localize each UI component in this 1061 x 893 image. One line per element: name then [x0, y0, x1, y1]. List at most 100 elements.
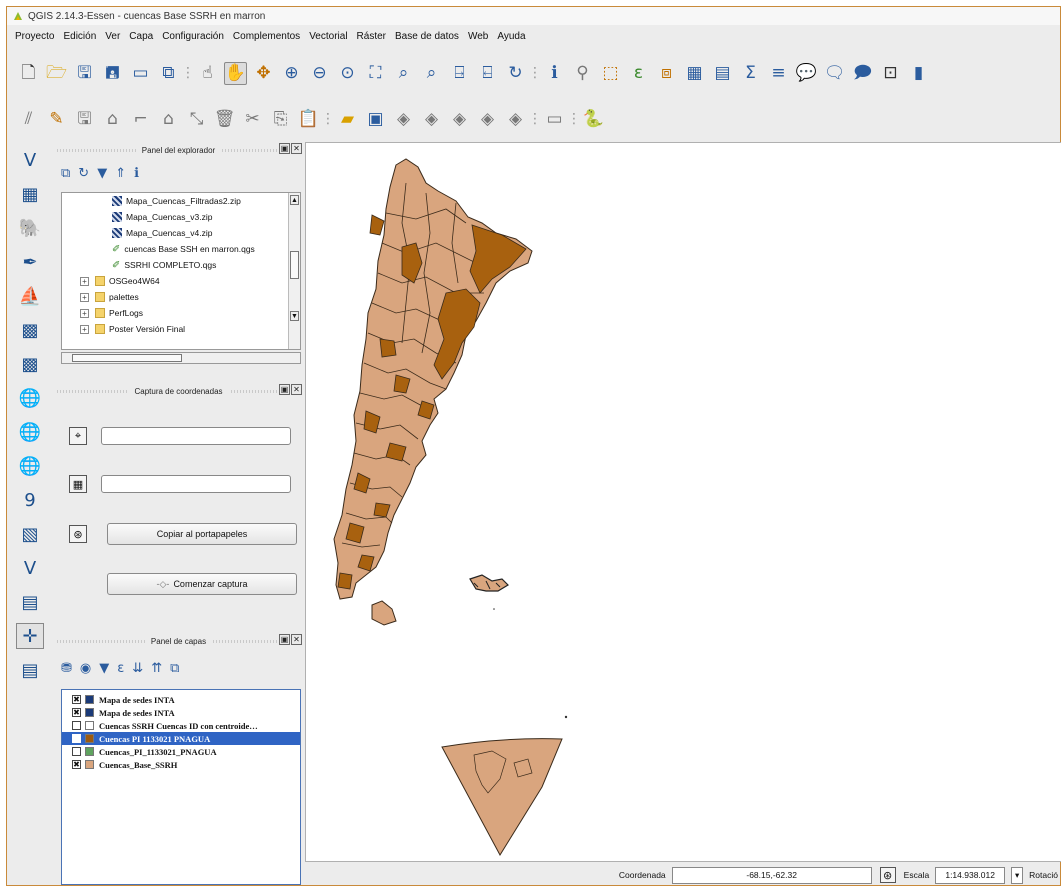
- add-virtual-layer-icon[interactable]: ▧: [16, 521, 44, 547]
- change-label-icon[interactable]: ◈: [504, 108, 527, 131]
- layer-row-selected[interactable]: ✖ Cuencas PI 1133021 PNAGUA: [62, 732, 300, 745]
- float-panel-icon[interactable]: ▣: [279, 143, 290, 154]
- collapse-all-icon[interactable]: ⇈: [151, 661, 162, 676]
- extents-toggle-icon[interactable]: ⊛: [879, 867, 896, 883]
- add-db2-layer-icon[interactable]: ▩: [16, 351, 44, 377]
- add-postgis-layer-icon[interactable]: 🐘: [16, 215, 44, 241]
- new-spatialite-icon[interactable]: ▤: [16, 589, 44, 615]
- node-tool-icon[interactable]: ⌐: [129, 108, 152, 131]
- add-oracle-layer-icon[interactable]: ▩: [16, 317, 44, 343]
- csv-icon[interactable]: ▭: [543, 108, 566, 131]
- scroll-down-icon[interactable]: ▼: [290, 311, 299, 321]
- paste-features-icon[interactable]: 📋: [297, 108, 320, 131]
- zoom-native-icon[interactable]: ⊙: [336, 62, 359, 85]
- add-feature-icon[interactable]: ⌂: [101, 108, 124, 131]
- delete-selected-icon[interactable]: 🗑: [213, 108, 236, 131]
- statistical-summary-icon[interactable]: Σ: [739, 62, 762, 85]
- start-capture-button[interactable]: -◇- Comenzar captura: [107, 573, 297, 595]
- add-delimited-text-icon[interactable]: 9: [16, 487, 44, 513]
- open-project-icon[interactable]: 🗁: [45, 62, 68, 85]
- identify-features-icon[interactable]: ℹ: [543, 62, 566, 85]
- float-panel-icon[interactable]: ▣: [279, 384, 290, 395]
- filter-icon[interactable]: ▼: [97, 166, 107, 181]
- map-crs-coordinate-field[interactable]: [101, 427, 291, 445]
- properties-icon[interactable]: ℹ: [134, 166, 139, 181]
- menu-vectorial[interactable]: Vectorial: [309, 31, 347, 42]
- layers-tree[interactable]: ✖ Mapa de sedes INTA ✖ Mapa de sedes INT…: [61, 689, 301, 885]
- add-selected-layers-icon[interactable]: ⧉: [61, 166, 70, 181]
- refresh-icon[interactable]: ↻: [78, 166, 89, 181]
- pin-labels-icon[interactable]: ◈: [392, 108, 415, 131]
- browser-vertical-scrollbar[interactable]: ▲ ▼: [288, 193, 300, 349]
- layer-visibility-checkbox[interactable]: ✖: [72, 734, 81, 743]
- zoom-full-icon[interactable]: ⛶: [364, 62, 387, 85]
- move-feature-icon[interactable]: ⌂: [157, 108, 180, 131]
- tree-item[interactable]: ✐ cuencas Base SSH en marron.qgs: [62, 241, 300, 257]
- add-wcs-layer-icon[interactable]: 🌐: [16, 419, 44, 445]
- toggle-editing-icon[interactable]: ✎: [45, 108, 68, 131]
- expand-icon[interactable]: +: [80, 308, 89, 318]
- layer-visibility-checkbox[interactable]: [72, 721, 81, 730]
- tree-item[interactable]: Mapa_Cuencas_v4.zip: [62, 225, 300, 241]
- scroll-thumb[interactable]: [72, 354, 182, 362]
- add-mssql-layer-icon[interactable]: ⛵: [16, 283, 44, 309]
- layer-labeling-icon[interactable]: ▣: [364, 108, 387, 131]
- text-annotation-icon[interactable]: ⊡: [879, 62, 902, 85]
- field-calculator-icon[interactable]: ▤: [711, 62, 734, 85]
- zoom-next-icon[interactable]: ⍇: [476, 62, 499, 85]
- browser-horizontal-scrollbar[interactable]: [61, 352, 301, 364]
- move-label-icon[interactable]: ◈: [448, 108, 471, 131]
- show-hide-labels-icon[interactable]: ◈: [420, 108, 443, 131]
- coordinate-field[interactable]: -68.15,-62.32: [671, 866, 872, 884]
- pan-map-icon[interactable]: ✋: [224, 61, 247, 85]
- rotate-label-icon[interactable]: ◈: [476, 108, 499, 131]
- menu-configuracion[interactable]: Configuración: [162, 31, 224, 42]
- help-icon[interactable]: ▮: [907, 62, 930, 85]
- scroll-thumb[interactable]: [290, 251, 299, 279]
- crs-select-icon[interactable]: ⊛: [69, 525, 87, 543]
- add-wfs-layer-icon[interactable]: 🌐: [16, 453, 44, 479]
- collapse-all-icon[interactable]: ⇑: [115, 166, 126, 181]
- zoom-to-layer-icon[interactable]: ⌕: [420, 62, 443, 85]
- new-bookmark-icon[interactable]: 🗨: [823, 62, 846, 85]
- expand-icon[interactable]: +: [80, 276, 89, 286]
- menu-ver[interactable]: Ver: [105, 31, 120, 42]
- label-tool-icon[interactable]: ▰: [336, 108, 359, 131]
- add-spatialite-layer-icon[interactable]: ✒: [16, 249, 44, 275]
- tree-item[interactable]: ✐ SSRHI COMPLETO.qgs: [62, 257, 300, 273]
- zoom-last-icon[interactable]: ⍈: [448, 62, 471, 85]
- layer-row[interactable]: ✖ Cuencas_Base_SSRH: [62, 758, 300, 771]
- scroll-up-icon[interactable]: ▲: [290, 195, 299, 205]
- menu-web[interactable]: Web: [468, 31, 488, 42]
- close-panel-icon[interactable]: ✕: [291, 384, 302, 395]
- deselect-all-icon[interactable]: ⧈: [655, 62, 678, 85]
- tree-item[interactable]: + PerfLogs: [62, 305, 300, 321]
- expand-icon[interactable]: +: [80, 324, 89, 334]
- expand-icon[interactable]: +: [80, 292, 89, 302]
- copy-features-icon[interactable]: ⎘: [269, 108, 292, 131]
- layer-styling-icon[interactable]: ⛃: [61, 661, 72, 676]
- menu-edicion[interactable]: Edición: [63, 31, 96, 42]
- tree-item[interactable]: + OSGeo4W64: [62, 273, 300, 289]
- add-raster-layer-icon[interactable]: ▦: [16, 181, 44, 207]
- filter-by-expression-icon[interactable]: ε: [117, 661, 124, 676]
- measure-line-icon[interactable]: ≡: [767, 62, 790, 85]
- select-features-icon[interactable]: ⬚: [599, 62, 622, 85]
- save-project-icon[interactable]: 🖫: [73, 62, 96, 85]
- tree-item[interactable]: + palettes: [62, 289, 300, 305]
- python-console-icon[interactable]: 🐍: [582, 108, 605, 131]
- new-print-composer-icon[interactable]: ▭: [129, 62, 152, 85]
- add-wms-layer-icon[interactable]: 🌐: [16, 385, 44, 411]
- layer-visibility-checkbox[interactable]: ✖: [72, 760, 81, 769]
- layer-visibility-checkbox[interactable]: ✖: [72, 708, 81, 717]
- menu-proyecto[interactable]: Proyecto: [15, 31, 54, 42]
- layer-row[interactable]: ✖ Mapa de sedes INTA: [62, 693, 300, 706]
- tree-item[interactable]: + Poster Versión Final: [62, 321, 300, 337]
- composer-manager-icon[interactable]: ⧉: [157, 62, 180, 85]
- crosshair-icon[interactable]: ⌖: [69, 427, 87, 445]
- edit-feature-icon[interactable]: ⤡: [185, 108, 208, 131]
- zoom-in-icon[interactable]: ⊕: [280, 62, 303, 85]
- layer-visibility-checkbox[interactable]: ✖: [72, 695, 81, 704]
- layer-row[interactable]: ✖ Mapa de sedes INTA: [62, 706, 300, 719]
- add-vector-layer-icon[interactable]: V: [16, 147, 44, 173]
